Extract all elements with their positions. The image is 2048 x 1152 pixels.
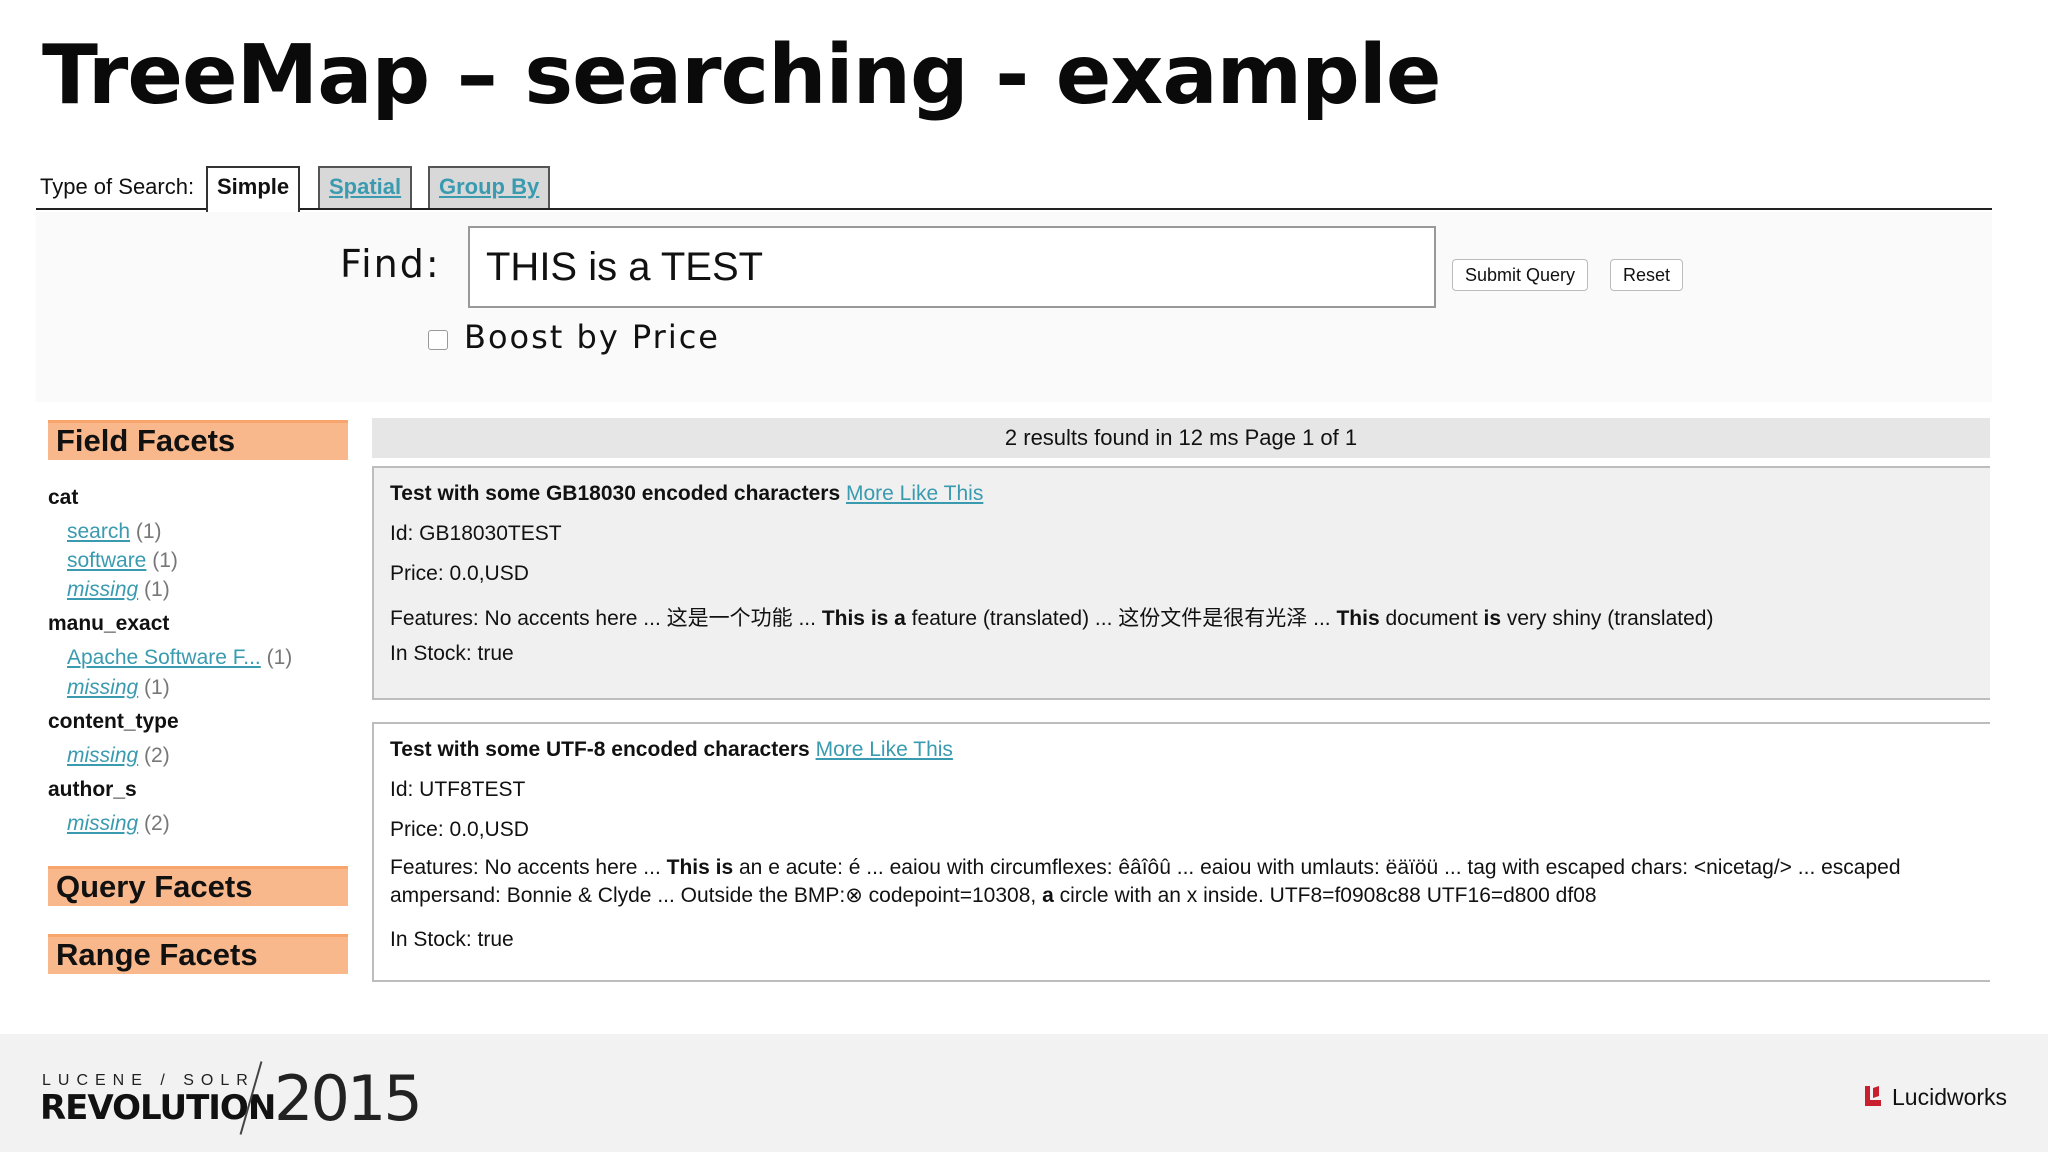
results-summary: 2 results found in 12 ms Page 1 of 1	[372, 418, 1990, 458]
result-stock: In Stock: true	[390, 642, 514, 665]
facet-item: missing (2)	[67, 744, 170, 768]
facet-count: (2)	[144, 744, 170, 767]
facet-item: missing (1)	[67, 578, 170, 602]
result-id: Id: UTF8TEST	[390, 778, 526, 801]
features-text: circle with an x inside. UTF8=f0908c88 U…	[1053, 884, 1597, 907]
result-title: Test with some GB18030 encoded character…	[390, 482, 841, 505]
result-price: Price: 0.0,USD	[390, 562, 529, 585]
result-title-line: Test with some UTF-8 encoded characters …	[390, 738, 953, 762]
find-label: Find:	[340, 242, 441, 286]
lucidworks-logo-icon	[1865, 1086, 1881, 1106]
facet-item: missing (2)	[67, 812, 170, 836]
facet-item: software (1)	[67, 549, 178, 573]
facet-field-cat: cat	[48, 486, 79, 509]
facet-link-search[interactable]: search	[67, 520, 130, 543]
facet-item: missing (1)	[67, 676, 170, 700]
search-type-label: Type of Search:	[40, 174, 195, 199]
facet-link-apache-software[interactable]: Apache Software F...	[67, 646, 261, 669]
result-title-line: Test with some GB18030 encoded character…	[390, 482, 983, 506]
result-id: Id: GB18030TEST	[390, 522, 562, 545]
facet-count: (1)	[144, 578, 170, 601]
features-text: Features: No accents here ... 这是一个功能 ...	[390, 607, 822, 630]
features-highlight: This	[1336, 607, 1380, 630]
facet-link-missing[interactable]: missing	[67, 812, 138, 835]
slide-title: TreeMap – searching - example	[42, 28, 1442, 123]
more-like-this-link[interactable]: More Like This	[846, 482, 983, 505]
find-input[interactable]	[468, 226, 1436, 308]
range-facets-header: Range Facets	[48, 934, 348, 974]
features-highlight: is	[1483, 607, 1502, 630]
facet-count: (1)	[152, 549, 178, 572]
tab-simple[interactable]: Simple	[206, 166, 301, 212]
lucidworks-brand: Lucidworks	[1892, 1084, 2008, 1110]
result-stock: In Stock: true	[390, 928, 514, 951]
facet-link-missing[interactable]: missing	[67, 578, 138, 601]
boost-by-price-label: Boost by Price	[464, 318, 720, 356]
facet-field-content-type: content_type	[48, 710, 179, 733]
result-item: Test with some UTF-8 encoded characters …	[372, 722, 1990, 982]
conference-year: 2015	[274, 1062, 423, 1135]
facet-link-software[interactable]: software	[67, 549, 146, 572]
facet-item: Apache Software F... (1)	[67, 646, 292, 670]
features-highlight: This is a	[821, 607, 906, 630]
more-like-this-link[interactable]: More Like This	[816, 738, 953, 761]
result-item: Test with some GB18030 encoded character…	[372, 466, 1990, 700]
features-text: feature (translated) ... 这份文件是很有光泽 ...	[905, 607, 1337, 630]
facet-link-missing[interactable]: missing	[67, 676, 138, 699]
facet-link-missing[interactable]: missing	[67, 744, 138, 767]
slide-footer: LUCENE / SOLR REVOLUTION 2015 Lucidworks	[0, 1034, 2048, 1152]
facet-count: (1)	[135, 520, 162, 543]
tab-spatial[interactable]: Spatial	[318, 166, 413, 208]
boost-by-price-checkbox[interactable]	[428, 330, 448, 350]
features-text: document	[1379, 607, 1484, 630]
facet-count: (2)	[144, 812, 170, 835]
features-highlight: This is	[666, 856, 734, 879]
facet-count: (1)	[144, 676, 170, 699]
features-highlight: a	[1042, 884, 1054, 907]
facet-count: (1)	[266, 646, 293, 669]
result-title: Test with some UTF-8 encoded characters	[390, 738, 810, 761]
tab-group-by[interactable]: Group By	[428, 166, 551, 208]
query-facets-header: Query Facets	[48, 866, 348, 906]
search-panel: Find: Submit Query Reset Boost by Price	[36, 212, 1992, 402]
field-facets-header: Field Facets	[48, 420, 348, 460]
result-price: Price: 0.0,USD	[390, 818, 529, 841]
submit-query-button[interactable]: Submit Query	[1452, 259, 1589, 291]
search-type-tabs: Type of Search: Simple Spatial Group By	[36, 166, 1992, 212]
revolution-logo-text: REVOLUTION	[40, 1088, 276, 1128]
facet-item: search (1)	[67, 520, 162, 544]
reset-button[interactable]: Reset	[1610, 259, 1684, 291]
features-text: very shiny (translated)	[1501, 607, 1714, 630]
facet-field-author-s: author_s	[48, 778, 137, 801]
result-features: Features: No accents here ... This is an…	[390, 854, 1970, 910]
result-features: Features: No accents here ... 这是一个功能 ...…	[390, 602, 1713, 632]
facet-field-manu-exact: manu_exact	[48, 612, 170, 635]
features-text: Features: No accents here ...	[390, 856, 667, 879]
